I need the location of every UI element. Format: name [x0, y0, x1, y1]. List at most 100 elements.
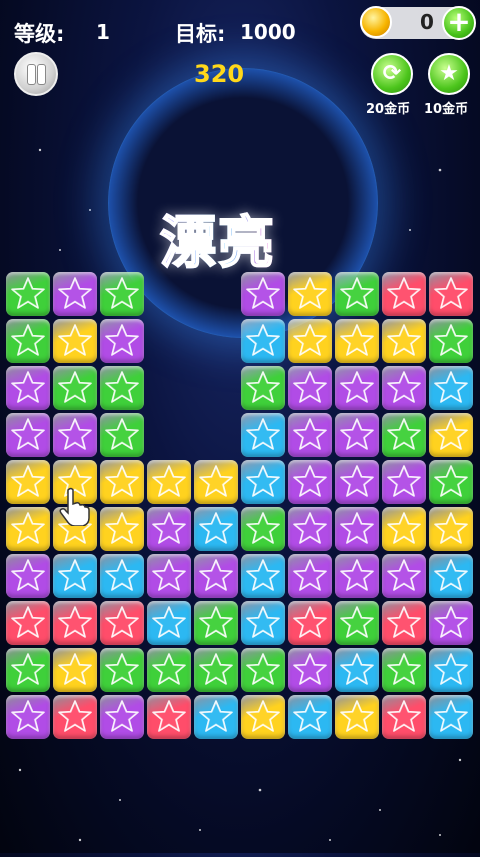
- star-tile-green[interactable]: [147, 648, 191, 692]
- star-tile-yellow[interactable]: [382, 319, 426, 363]
- star-tile-blue[interactable]: [241, 413, 285, 457]
- star-tile-purple[interactable]: [335, 554, 379, 598]
- star-tile-yellow[interactable]: [100, 460, 144, 504]
- star-tile-purple[interactable]: [288, 413, 332, 457]
- star-tile-purple[interactable]: [6, 366, 50, 410]
- star-tile-green[interactable]: [100, 648, 144, 692]
- star-tile-red[interactable]: [53, 695, 97, 739]
- star-tile-purple[interactable]: [53, 272, 97, 316]
- star-tile-yellow[interactable]: [288, 272, 332, 316]
- star-tile-purple[interactable]: [429, 601, 473, 645]
- star-tile-purple[interactable]: [288, 366, 332, 410]
- star-icon: [11, 324, 45, 356]
- star-tile-red[interactable]: [288, 601, 332, 645]
- star-tile-red[interactable]: [382, 695, 426, 739]
- star-tile-yellow[interactable]: [194, 460, 238, 504]
- star-tile-blue[interactable]: [241, 319, 285, 363]
- star-tile-blue[interactable]: [147, 601, 191, 645]
- star-tile-purple[interactable]: [194, 554, 238, 598]
- star-icon: [246, 559, 280, 591]
- star-tile-blue[interactable]: [241, 601, 285, 645]
- star-tile-green[interactable]: [100, 413, 144, 457]
- star-tile-red[interactable]: [6, 601, 50, 645]
- star-tile-green[interactable]: [335, 272, 379, 316]
- star-tile-purple[interactable]: [335, 366, 379, 410]
- star-icon: [434, 371, 468, 403]
- star-tile-yellow[interactable]: [429, 507, 473, 551]
- star-tile-green[interactable]: [6, 648, 50, 692]
- star-tile-yellow[interactable]: [382, 507, 426, 551]
- star-tile-yellow[interactable]: [6, 507, 50, 551]
- star-icon: [199, 559, 233, 591]
- star-tile-purple[interactable]: [335, 413, 379, 457]
- star-tile-blue[interactable]: [100, 554, 144, 598]
- star-tile-red[interactable]: [53, 601, 97, 645]
- star-tile-purple[interactable]: [382, 366, 426, 410]
- star-tile-blue[interactable]: [53, 554, 97, 598]
- star-tile-purple[interactable]: [6, 695, 50, 739]
- star-tile-green[interactable]: [241, 507, 285, 551]
- star-tile-blue[interactable]: [288, 695, 332, 739]
- star-icon: [105, 465, 139, 497]
- star-tile-purple[interactable]: [6, 554, 50, 598]
- star-tile-purple[interactable]: [53, 413, 97, 457]
- star-tile-purple[interactable]: [241, 272, 285, 316]
- star-tile-blue[interactable]: [429, 366, 473, 410]
- star-tile-purple[interactable]: [288, 554, 332, 598]
- star-tile-yellow[interactable]: [100, 507, 144, 551]
- star-tile-red[interactable]: [147, 695, 191, 739]
- star-tile-blue[interactable]: [194, 695, 238, 739]
- star-tile-yellow[interactable]: [288, 319, 332, 363]
- star-tile-green[interactable]: [429, 319, 473, 363]
- star-tile-green[interactable]: [194, 648, 238, 692]
- star-tile-yellow[interactable]: [241, 695, 285, 739]
- star-tile-green[interactable]: [100, 272, 144, 316]
- star-tile-purple[interactable]: [288, 648, 332, 692]
- star-tile-yellow[interactable]: [6, 460, 50, 504]
- star-tile-blue[interactable]: [241, 460, 285, 504]
- star-tile-blue[interactable]: [194, 507, 238, 551]
- star-icon: [387, 700, 421, 732]
- star-tile-green[interactable]: [382, 413, 426, 457]
- star-tile-blue[interactable]: [429, 554, 473, 598]
- star-tile-green[interactable]: [241, 366, 285, 410]
- star-tile-yellow[interactable]: [147, 460, 191, 504]
- star-tile-yellow[interactable]: [53, 648, 97, 692]
- star-tile-green[interactable]: [335, 601, 379, 645]
- star-tile-purple[interactable]: [147, 554, 191, 598]
- star-tile-red[interactable]: [100, 601, 144, 645]
- star-tile-green[interactable]: [53, 366, 97, 410]
- star-tile-green[interactable]: [241, 648, 285, 692]
- star-tile-green[interactable]: [6, 319, 50, 363]
- star-tile-red[interactable]: [382, 272, 426, 316]
- star-tile-purple[interactable]: [288, 507, 332, 551]
- star-tile-green[interactable]: [100, 366, 144, 410]
- star-tile-purple[interactable]: [147, 507, 191, 551]
- star-tile-blue[interactable]: [335, 648, 379, 692]
- star-tile-purple[interactable]: [100, 695, 144, 739]
- star-tile-green[interactable]: [382, 648, 426, 692]
- star-tile-yellow[interactable]: [429, 413, 473, 457]
- star-tile-red[interactable]: [429, 272, 473, 316]
- star-tile-purple[interactable]: [335, 507, 379, 551]
- star-tile-yellow[interactable]: [335, 695, 379, 739]
- star-tile-purple[interactable]: [335, 460, 379, 504]
- star-tile-red[interactable]: [382, 601, 426, 645]
- star-tile-purple[interactable]: [6, 413, 50, 457]
- star-tile-blue[interactable]: [241, 554, 285, 598]
- star-tile-green[interactable]: [6, 272, 50, 316]
- star-tile-purple[interactable]: [288, 460, 332, 504]
- star-icon: [105, 559, 139, 591]
- star-tile-purple[interactable]: [382, 554, 426, 598]
- star-icon: [293, 700, 327, 732]
- star-tile-green[interactable]: [429, 460, 473, 504]
- star-icon: [434, 324, 468, 356]
- star-tile-purple[interactable]: [382, 460, 426, 504]
- star-tile-purple[interactable]: [100, 319, 144, 363]
- star-tile-yellow[interactable]: [53, 319, 97, 363]
- star-tile-green[interactable]: [194, 601, 238, 645]
- star-tile-blue[interactable]: [429, 695, 473, 739]
- star-tile-yellow[interactable]: [335, 319, 379, 363]
- star-icon: [293, 512, 327, 544]
- star-tile-blue[interactable]: [429, 648, 473, 692]
